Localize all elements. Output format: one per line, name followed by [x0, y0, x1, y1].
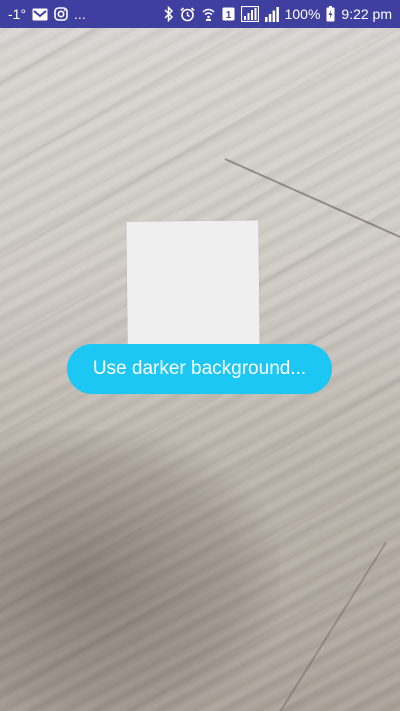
gmail-icon	[32, 8, 48, 21]
camera-screen: -1° ... 1 100% 9:22 pm Use darker backgr…	[0, 0, 400, 711]
clock-time: 9:22 pm	[341, 6, 392, 22]
bluetooth-icon	[164, 6, 174, 22]
weather-temperature: -1°	[8, 6, 27, 22]
battery-percent: 100%	[284, 6, 321, 22]
signal-icon	[240, 6, 259, 22]
signal-bars-icon	[264, 6, 279, 22]
toast-message: Use darker background...	[92, 358, 307, 379]
more-notifications: ...	[74, 6, 86, 22]
darker-background-hint-toast: Use darker background...	[67, 344, 332, 394]
sim-badge-number: 1	[225, 10, 231, 21]
photographer-shadow	[0, 430, 280, 711]
alarm-icon	[180, 6, 195, 22]
sim-badge: 1	[222, 7, 235, 21]
instagram-icon	[54, 7, 68, 21]
status-bar-right: 1 100% 9:22 pm	[164, 6, 392, 22]
status-bar-left: -1° ...	[8, 6, 86, 22]
status-bar: -1° ... 1 100% 9:22 pm	[0, 0, 400, 28]
document-in-view	[126, 220, 260, 346]
wifi-calling-icon	[201, 7, 216, 22]
battery-charging-icon	[326, 6, 335, 22]
floor-plank-seam	[279, 541, 387, 711]
